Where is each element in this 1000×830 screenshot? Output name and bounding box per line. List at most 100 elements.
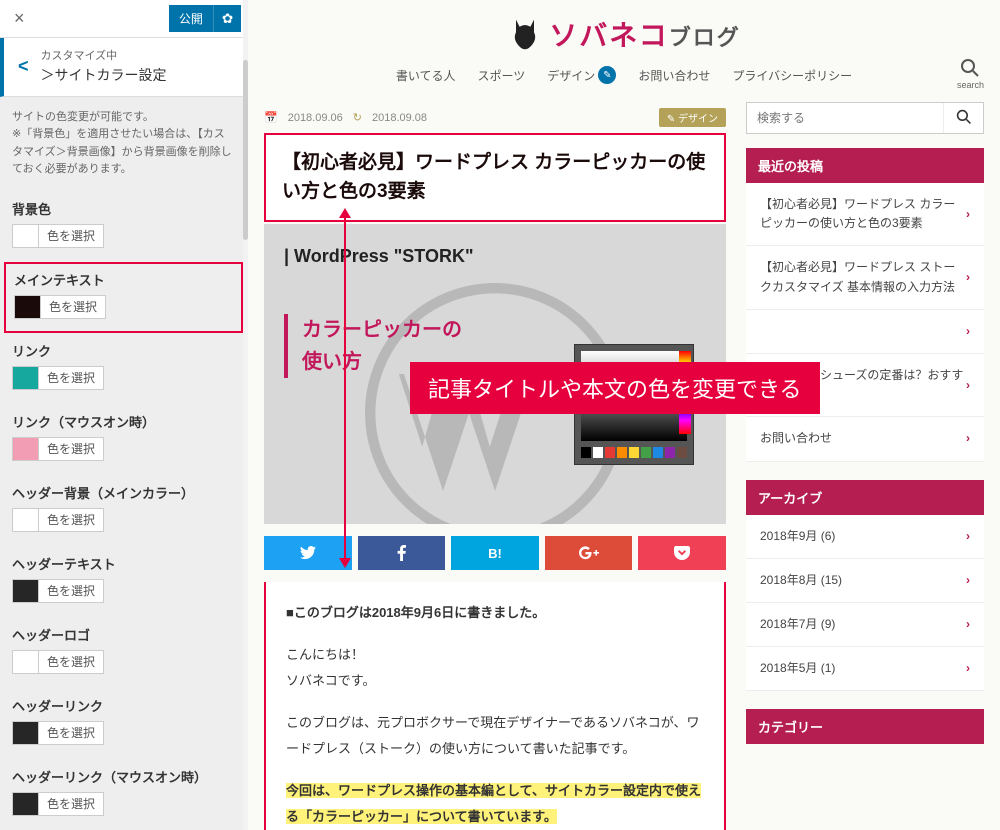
color-select-label: 色を選択 (39, 438, 103, 459)
featured-stork-text: | WordPress "STORK" (284, 246, 473, 267)
share-hatena[interactable]: B! (451, 536, 539, 570)
archive-item[interactable]: 2018年8月 (15)› (746, 559, 984, 603)
annotation-arrow (339, 208, 351, 568)
chevron-right-icon: › (966, 429, 970, 448)
customizer-title: ＞サイトカラー設定 (41, 65, 167, 86)
nav-author[interactable]: 書いてる人 (396, 66, 456, 84)
body-date-line: ■このブログは2018年9月6日に書きました。 (286, 605, 545, 620)
update-date: 2018.09.08 (372, 112, 427, 124)
color-select-button[interactable]: 色を選択 (12, 366, 104, 390)
color-setting-label: ヘッダーテキスト (12, 554, 235, 573)
article-body: ■このブログは2018年9月6日に書きました。 こんにちは！ソバネコです。 この… (264, 582, 726, 830)
search-box (746, 102, 984, 134)
nav-privacy[interactable]: プライバシーポリシー (732, 66, 852, 84)
color-select-button[interactable]: 色を選択 (12, 224, 104, 248)
sidebar-column: 最近の投稿 【初心者必見】ワードプレス カラーピッカーの使い方と色の3要素›【初… (746, 102, 984, 830)
color-select-button[interactable]: 色を選択 (12, 579, 104, 603)
color-select-label: 色を選択 (39, 509, 103, 530)
customizer-panel: × 公開 ✿ < カスタマイズ中 ＞サイトカラー設定 サイトの色変更が可能です。… (0, 0, 248, 830)
chevron-right-icon: › (966, 659, 970, 678)
color-setting-label: ヘッダーロゴ (12, 625, 235, 644)
share-facebook[interactable] (358, 536, 446, 570)
color-select-button[interactable]: 色を選択 (12, 437, 104, 461)
nav-sports[interactable]: スポーツ (478, 66, 526, 84)
gear-icon[interactable]: ✿ (213, 5, 241, 32)
widget-category-title: カテゴリー (746, 709, 984, 744)
color-select-button[interactable]: 色を選択 (14, 295, 106, 319)
cat-icon (507, 14, 543, 54)
search-input[interactable] (747, 103, 943, 133)
edit-pencil-icon[interactable]: ✎ (598, 66, 616, 84)
category-badge[interactable]: ✎ デザイン (659, 108, 726, 127)
mini-swatch (617, 447, 627, 458)
mini-swatch (641, 447, 651, 458)
color-setting-item: 背景色色を選択 (0, 191, 247, 262)
close-icon[interactable]: × (6, 4, 33, 33)
refresh-icon: ↻ (353, 111, 362, 124)
twitter-icon (300, 546, 316, 560)
search-icon (960, 58, 980, 78)
site-header: ソバネコブログ 書いてる人 スポーツ デザイン✎ お問い合わせ プライバシーポリ… (248, 0, 1000, 102)
chevron-right-icon: › (966, 205, 970, 224)
hatena-icon: B! (488, 546, 502, 561)
mini-swatch (665, 447, 675, 458)
chevron-right-icon: › (966, 376, 970, 395)
recent-post-item[interactable]: 【初心者必見】ワードプレス カラーピッカーの使い方と色の3要素› (746, 183, 984, 246)
annotation-callout: 記事タイトルや本文の色を変更できる (410, 362, 820, 414)
googleplus-icon (579, 546, 599, 560)
color-swatch (13, 722, 39, 744)
archive-item[interactable]: 2018年7月 (9)› (746, 603, 984, 647)
color-setting-label: ヘッダーリンク (12, 696, 235, 715)
color-select-button[interactable]: 色を選択 (12, 721, 104, 745)
main-column: 📅 2018.09.06 ↻ 2018.09.08 ✎ デザイン 【初心者必見】… (264, 102, 726, 830)
color-swatch (13, 438, 39, 460)
publish-button[interactable]: 公開 (169, 5, 213, 32)
chevron-right-icon: › (966, 322, 970, 341)
nav-design[interactable]: デザイン✎ (547, 66, 616, 84)
color-setting-item: メインテキスト色を選択 (4, 262, 243, 333)
main-nav: 書いてる人 スポーツ デザイン✎ お問い合わせ プライバシーポリシー (248, 54, 1000, 96)
widget-recent-title: 最近の投稿 (746, 148, 984, 183)
publish-date: 2018.09.06 (288, 112, 343, 124)
search-icon (956, 109, 972, 125)
color-select-label: 色を選択 (39, 367, 103, 388)
site-name-sub: ブログ (669, 25, 741, 50)
chevron-right-icon: › (966, 571, 970, 590)
share-buttons: B! (264, 536, 726, 570)
color-select-button[interactable]: 色を選択 (12, 508, 104, 532)
search-toggle[interactable]: search (957, 58, 984, 90)
color-setting-item: リンク色を選択 (0, 333, 247, 404)
article-title-box: 【初心者必見】ワードプレス カラーピッカーの使い方と色の3要素 (264, 133, 726, 222)
archive-item[interactable]: 2018年9月 (6)› (746, 515, 984, 559)
recent-post-item[interactable]: 【初心者必見】ワードプレス ストークカスタマイズ 基本情報の入力方法› (746, 246, 984, 309)
nav-contact[interactable]: お問い合わせ (638, 66, 710, 84)
color-swatch (13, 793, 39, 815)
color-select-button[interactable]: 色を選択 (12, 792, 104, 816)
archive-item[interactable]: 2018年5月 (1)› (746, 647, 984, 691)
color-select-label: 色を選択 (39, 651, 103, 672)
color-swatch (13, 367, 39, 389)
back-chevron-icon[interactable]: < (18, 56, 29, 77)
article-meta: 📅 2018.09.06 ↻ 2018.09.08 ✎ デザイン (264, 102, 726, 133)
color-setting-item: ヘッダーロゴ色を選択 (0, 617, 247, 688)
pocket-icon (674, 546, 690, 560)
color-swatch (13, 651, 39, 673)
mini-swatch (581, 447, 591, 458)
article-title: 【初心者必見】ワードプレス カラーピッカーの使い方と色の3要素 (282, 149, 708, 206)
chevron-right-icon: › (966, 527, 970, 546)
color-setting-label: リンク（マウスオン時） (12, 412, 235, 431)
share-googleplus[interactable] (545, 536, 633, 570)
widget-recent-list: 【初心者必見】ワードプレス カラーピッカーの使い方と色の3要素›【初心者必見】ワ… (746, 183, 984, 462)
recent-post-item[interactable]: › (746, 310, 984, 354)
color-swatch (13, 225, 39, 247)
share-pocket[interactable] (638, 536, 726, 570)
color-select-label: 色を選択 (39, 225, 103, 246)
recent-post-item[interactable]: お問い合わせ› (746, 417, 984, 461)
search-button[interactable] (943, 103, 983, 133)
color-select-button[interactable]: 色を選択 (12, 650, 104, 674)
calendar-icon: 📅 (264, 111, 278, 124)
color-swatch (15, 296, 41, 318)
mini-swatch (593, 447, 603, 458)
facebook-icon (397, 545, 406, 561)
site-logo[interactable]: ソバネコブログ (248, 14, 1000, 54)
